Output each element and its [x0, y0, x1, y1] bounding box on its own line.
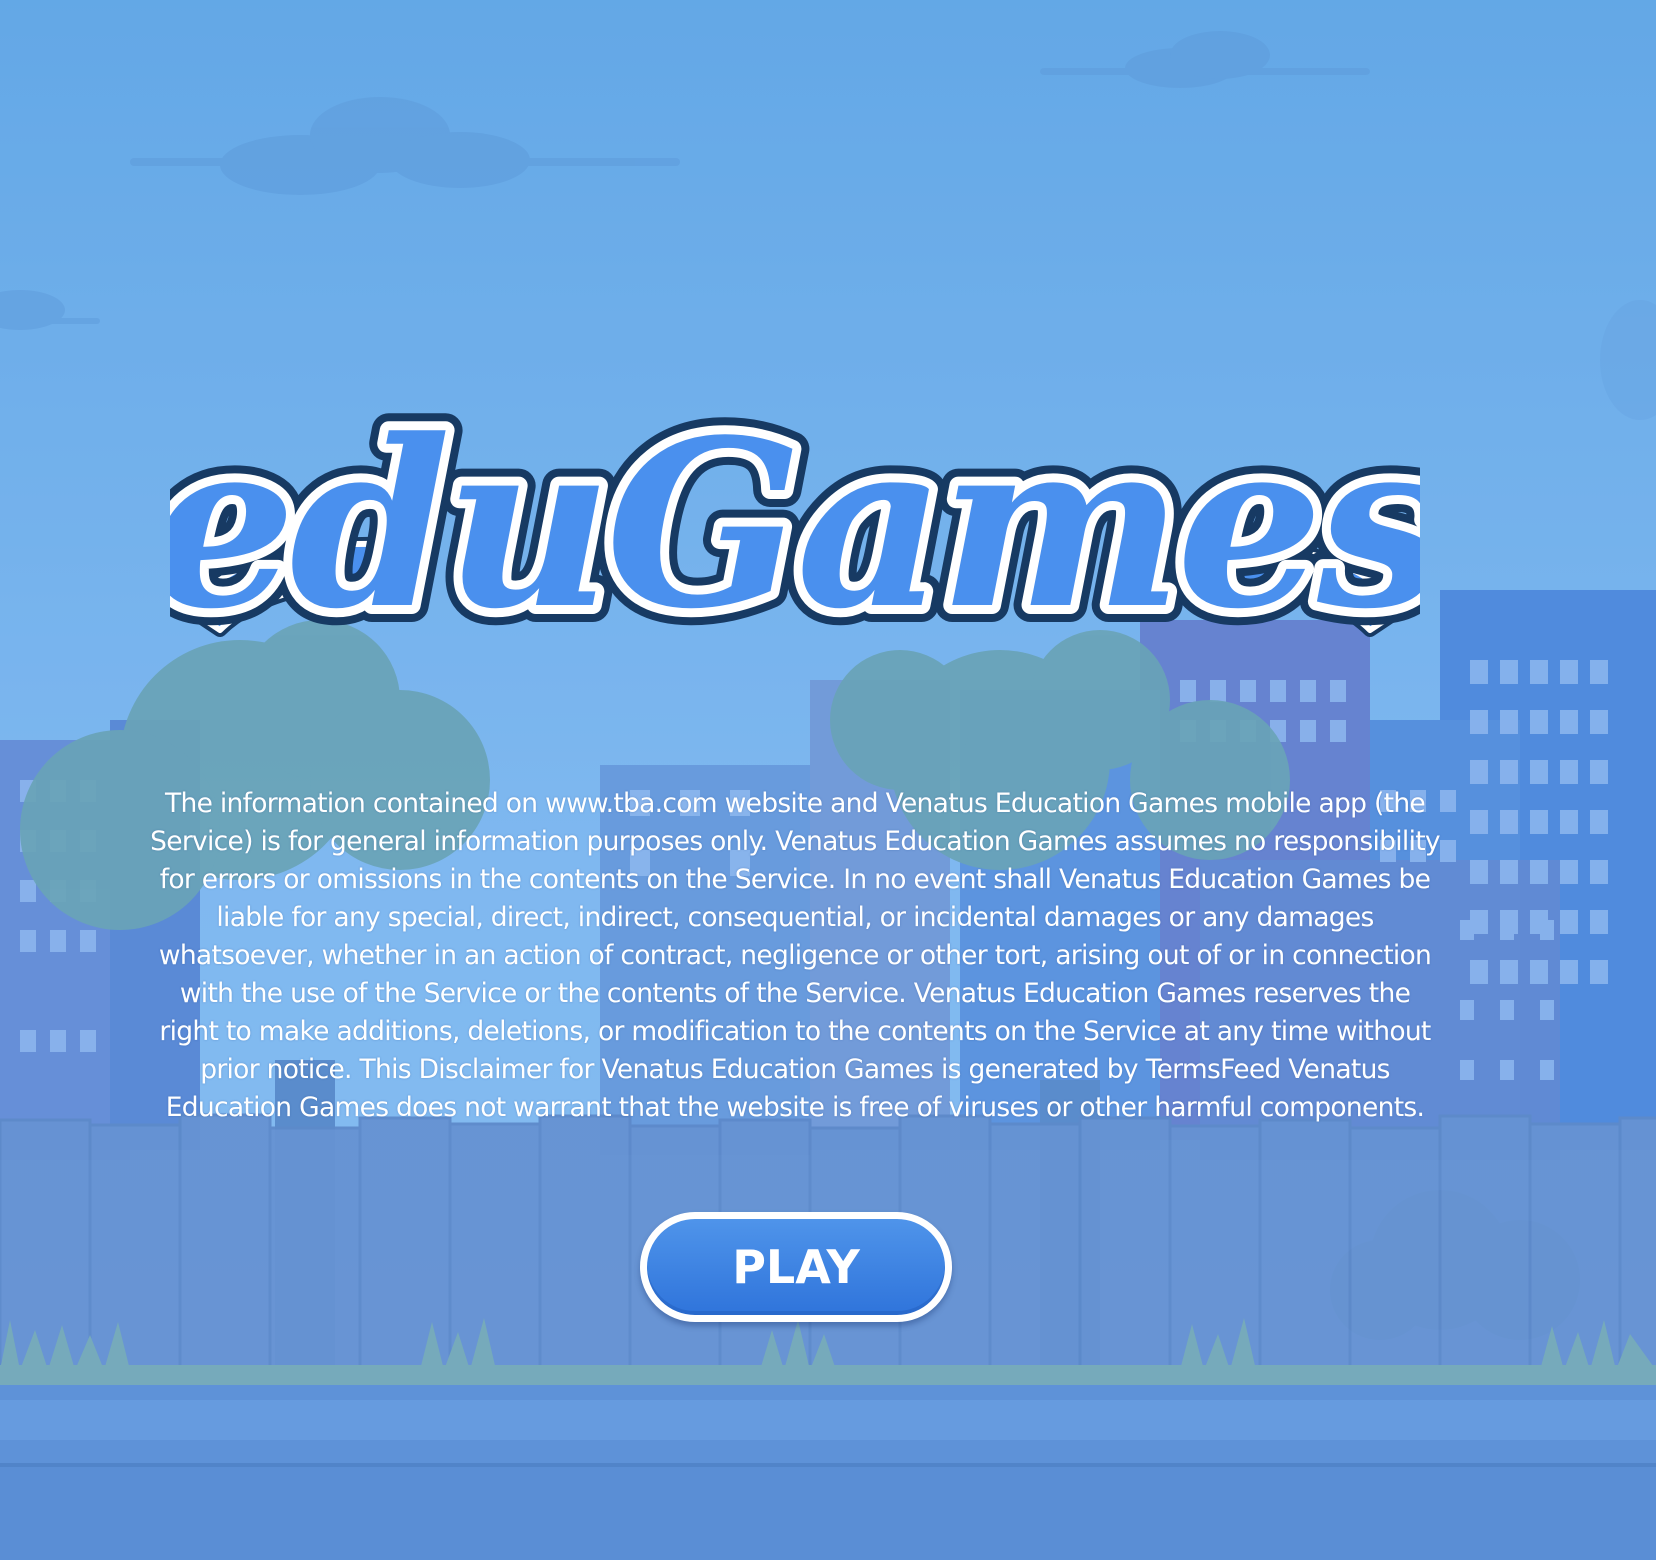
logo-text: eduGames [170, 390, 1420, 660]
background-scene [0, 0, 1656, 1560]
disclaimer-text: The information contained on www.tba.com… [150, 788, 1441, 1123]
play-button[interactable]: PLAY [640, 1212, 952, 1322]
haze-overlay [0, 0, 1656, 1560]
edugames-logo: eduGames eduGames eduGames [170, 380, 1420, 677]
start-screen: eduGames eduGames eduGames The informati… [0, 0, 1656, 1560]
